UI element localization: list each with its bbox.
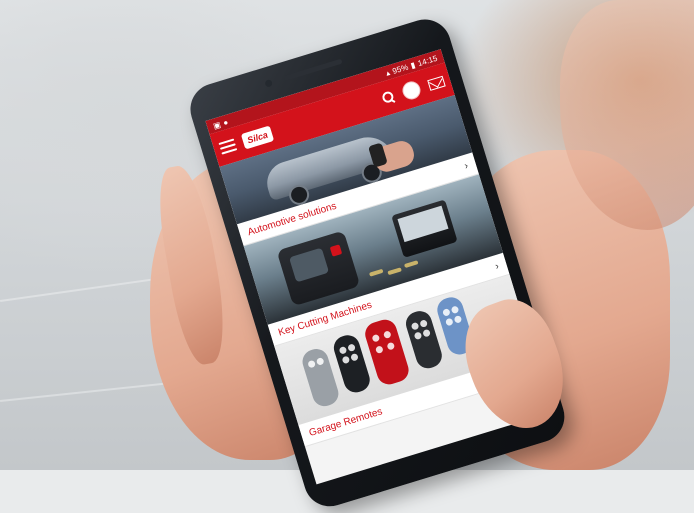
notification-dot-icon: ● [221, 117, 230, 128]
mail-icon[interactable] [427, 75, 446, 91]
machine-window [288, 247, 330, 283]
machine-screen [397, 205, 449, 243]
chevron-right-icon[interactable]: › [494, 260, 500, 271]
hamburger-menu-icon[interactable] [218, 138, 238, 155]
signal-icon: ▴ [384, 67, 391, 78]
brand-logo[interactable]: Silca [240, 125, 275, 150]
image-notification-icon: ▣ [211, 119, 222, 131]
key-blank [387, 267, 402, 276]
key-cutting-machine [276, 230, 361, 307]
chevron-right-icon[interactable]: › [463, 160, 469, 171]
battery-icon: ▮ [409, 59, 417, 70]
key-cutting-machine-display [391, 199, 458, 258]
search-icon[interactable] [381, 90, 396, 105]
avatar-icon[interactable] [400, 79, 423, 102]
machine-red-clamp [329, 244, 343, 257]
key-blank [368, 268, 384, 277]
key-blank [403, 260, 419, 269]
